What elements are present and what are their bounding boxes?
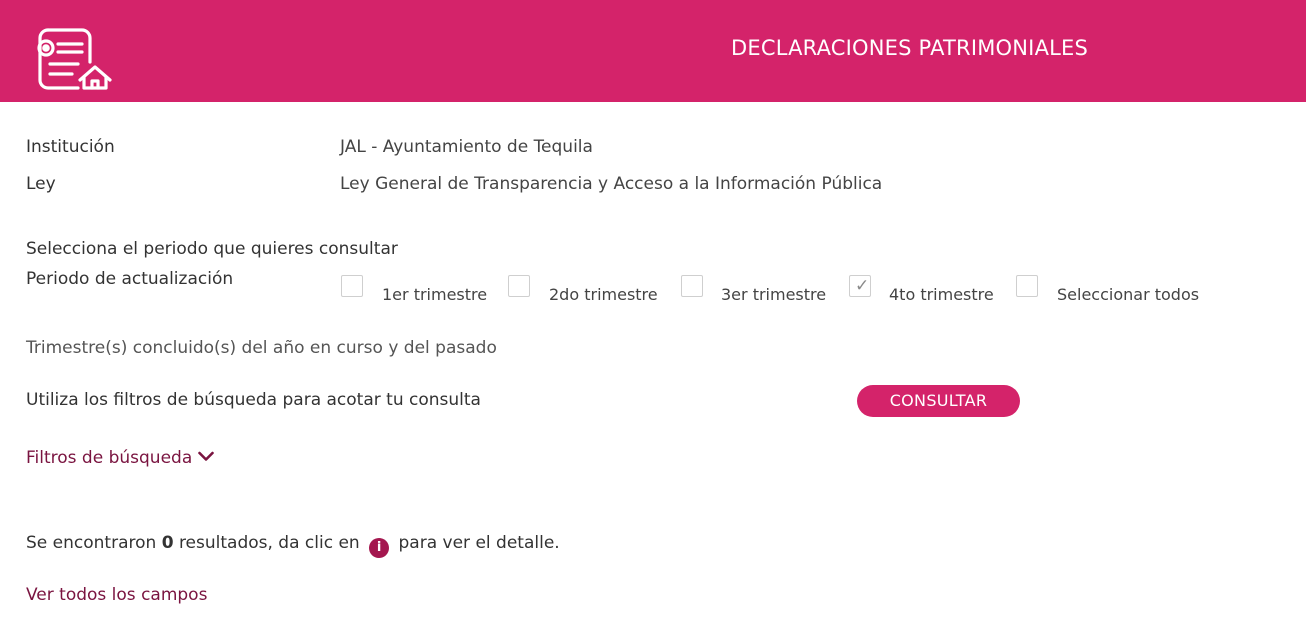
results-middle: resultados, da clic en: [178, 533, 360, 553]
search-hint: Utiliza los filtros de búsqueda para aco…: [26, 390, 481, 410]
results-prefix: Se encontraron: [26, 533, 157, 553]
check-icon: ✓: [855, 276, 870, 296]
results-suffix: para ver el detalle.: [398, 533, 560, 553]
checkbox-label-2do-trimestre[interactable]: 2do trimestre: [549, 285, 658, 304]
page-header: DECLARACIONES PATRIMONIALES: [0, 0, 1306, 102]
results-summary: Se encontraron 0 resultados, da clic en …: [26, 533, 560, 558]
search-filters-toggle[interactable]: Filtros de búsqueda: [26, 448, 215, 468]
period-prompt: Selecciona el periodo que quieres consul…: [26, 239, 398, 259]
period-note: Trimestre(s) concluido(s) del año en cur…: [26, 338, 497, 358]
checkbox-1er-trimestre[interactable]: [341, 275, 363, 297]
checkbox-label-3er-trimestre[interactable]: 3er trimestre: [721, 285, 826, 304]
checkbox-seleccionar-todos[interactable]: [1016, 275, 1038, 297]
institution-label: Institución: [26, 137, 115, 157]
view-all-fields-link[interactable]: Ver todos los campos: [26, 585, 207, 605]
results-count: 0: [161, 533, 174, 553]
institution-value: JAL - Ayuntamiento de Tequila: [340, 137, 593, 157]
info-icon: i: [369, 538, 390, 558]
checkbox-label-seleccionar-todos[interactable]: Seleccionar todos: [1057, 285, 1199, 304]
page-title: DECLARACIONES PATRIMONIALES: [731, 36, 1089, 60]
law-label: Ley: [26, 174, 56, 194]
chevron-down-icon: [198, 451, 215, 461]
document-home-icon: [37, 28, 112, 90]
period-label: Periodo de actualización: [26, 269, 234, 289]
checkbox-2do-trimestre[interactable]: [508, 275, 530, 297]
consultar-button[interactable]: CONSULTAR: [857, 385, 1020, 417]
checkbox-label-4to-trimestre[interactable]: 4to trimestre: [889, 285, 994, 304]
search-filters-label: Filtros de búsqueda: [26, 448, 193, 468]
checkbox-4to-trimestre[interactable]: ✓: [849, 275, 871, 297]
checkbox-3er-trimestre[interactable]: [681, 275, 703, 297]
checkbox-label-1er-trimestre[interactable]: 1er trimestre: [382, 285, 487, 304]
law-value: Ley General de Transparencia y Acceso a …: [340, 174, 883, 194]
